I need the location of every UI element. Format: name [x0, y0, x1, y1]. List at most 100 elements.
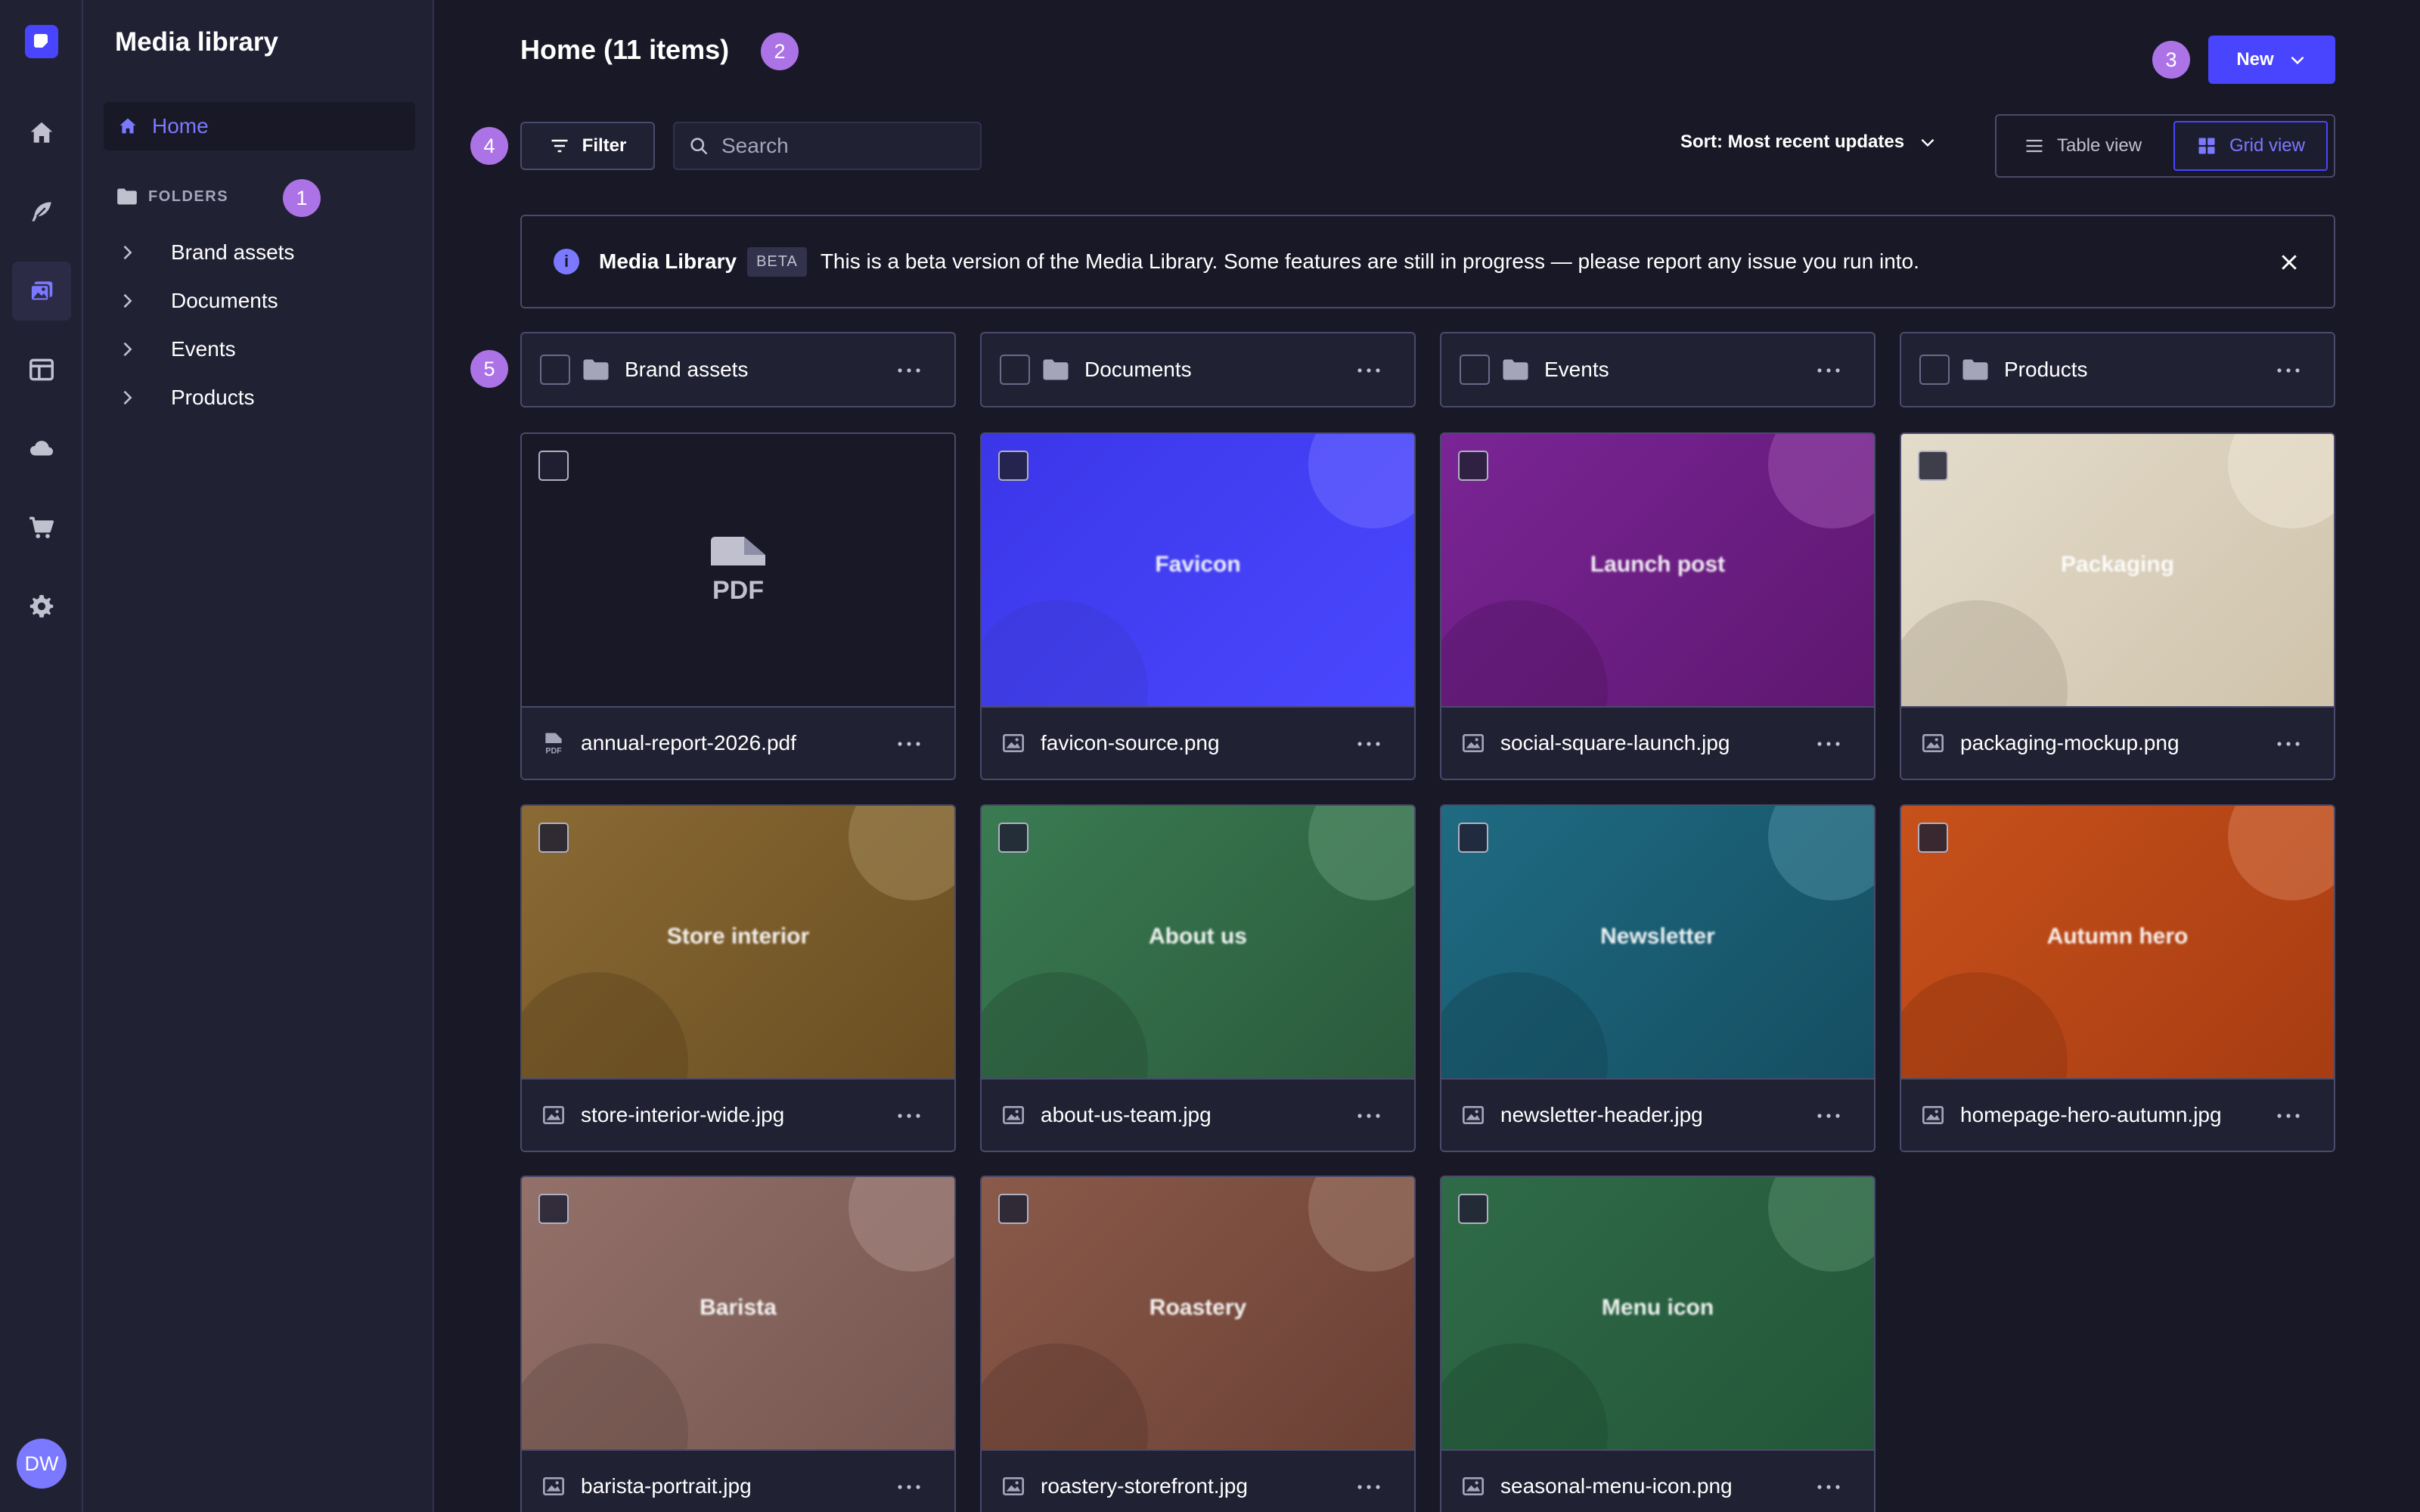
folder-card-brand-assets[interactable]: Brand assets [520, 332, 956, 407]
chevron-right-icon[interactable] [116, 242, 138, 263]
folder-checkbox[interactable] [1000, 355, 1030, 385]
asset-checkbox[interactable] [998, 451, 1028, 481]
grid-view-button[interactable]: Grid view [2173, 121, 2328, 171]
layout-icon[interactable] [12, 340, 71, 399]
cloud-icon[interactable] [12, 419, 71, 478]
close-icon[interactable] [2278, 251, 2301, 274]
more-icon[interactable] [1355, 740, 1382, 748]
home-icon[interactable] [12, 104, 71, 163]
more-icon[interactable] [1815, 740, 1842, 748]
asset-thumbnail[interactable]: Newsletter [1441, 806, 1874, 1078]
more-icon[interactable] [895, 1483, 923, 1491]
annotation-badge-3: 3 [2152, 41, 2190, 79]
asset-checkbox[interactable] [1458, 823, 1488, 853]
sidebar-folder-brand-assets[interactable]: Brand assets [116, 240, 294, 265]
asset-card[interactable]: About us about-us-team.jpg [980, 804, 1416, 1152]
asset-thumbnail[interactable]: Packaging [1901, 434, 2334, 706]
asset-card[interactable]: Favicon favicon-source.png [980, 432, 1416, 780]
asset-card[interactable]: Autumn hero homepage-hero-autumn.jpg [1900, 804, 2335, 1152]
asset-thumbnail[interactable]: Menu icon [1441, 1177, 1874, 1449]
asset-checkbox[interactable] [1458, 451, 1488, 481]
cart-icon[interactable] [12, 498, 71, 557]
chevron-right-icon[interactable] [116, 339, 138, 360]
page-title: Home (11 items) [520, 34, 730, 65]
user-avatar[interactable]: DW [17, 1439, 67, 1489]
asset-checkbox[interactable] [1918, 823, 1948, 853]
folder-icon [1962, 359, 1988, 380]
more-icon[interactable] [895, 740, 923, 748]
search-field[interactable] [673, 122, 982, 170]
more-icon[interactable] [1355, 367, 1382, 374]
asset-checkbox[interactable] [538, 1194, 569, 1224]
asset-checkbox[interactable] [538, 823, 569, 853]
folder-checkbox[interactable] [1460, 355, 1490, 385]
folder-card-events[interactable]: Events [1440, 332, 1876, 407]
asset-thumbnail[interactable]: Roastery [982, 1177, 1414, 1449]
folder-icon [1043, 359, 1069, 380]
folder-checkbox[interactable] [1919, 355, 1950, 385]
more-icon[interactable] [1355, 1483, 1382, 1491]
asset-card[interactable]: Store interior store-interior-wide.jpg [520, 804, 956, 1152]
asset-thumbnail[interactable]: Store interior [522, 806, 954, 1078]
chevron-down-icon [2291, 56, 2304, 65]
asset-card[interactable]: Packaging packaging-mockup.png [1900, 432, 2335, 780]
pdf-icon: PDF [545, 733, 562, 755]
annotation-badge-1: 1 [283, 179, 321, 217]
asset-checkbox[interactable] [1918, 451, 1948, 481]
asset-thumbnail[interactable]: Barista [522, 1177, 954, 1449]
more-icon[interactable] [1815, 1112, 1842, 1120]
asset-card[interactable]: Roastery roastery-storefront.jpg [980, 1176, 1416, 1512]
sidebar-folder-documents[interactable]: Documents [116, 289, 278, 313]
asset-checkbox[interactable] [538, 451, 569, 481]
sidebar-item-home[interactable]: Home [104, 102, 415, 150]
asset-card[interactable]: Barista barista-portrait.jpg [520, 1176, 956, 1512]
asset-checkbox[interactable] [998, 1194, 1028, 1224]
thumbnail-label: Launch post [1590, 552, 1726, 577]
thumbnail-label: About us [1149, 924, 1247, 949]
thumbnail-label: Roastery [1149, 1295, 1247, 1320]
asset-thumbnail[interactable]: About us [982, 806, 1414, 1078]
folder-checkbox[interactable] [540, 355, 570, 385]
asset-card[interactable]: Menu icon seasonal-menu-icon.png [1440, 1176, 1876, 1512]
gear-icon[interactable] [12, 577, 71, 636]
image-icon [543, 1477, 564, 1495]
asset-filename: about-us-team.jpg [1041, 1103, 1212, 1126]
more-icon[interactable] [895, 367, 923, 374]
asset-filename: homepage-hero-autumn.jpg [1960, 1103, 2222, 1126]
sort-dropdown[interactable]: Sort: Most recent updates [1680, 132, 1938, 153]
more-icon[interactable] [1815, 1483, 1842, 1491]
more-icon[interactable] [2275, 740, 2302, 748]
asset-checkbox[interactable] [998, 823, 1028, 853]
folder-card-documents[interactable]: Documents [980, 332, 1416, 407]
folder-card-products[interactable]: Products [1900, 332, 2335, 407]
asset-thumbnail[interactable]: Launch post [1441, 434, 1874, 706]
chevron-right-icon[interactable] [116, 290, 138, 311]
asset-footer: newsletter-header.jpg [1441, 1078, 1874, 1151]
asset-thumbnail[interactable]: PDF [522, 434, 954, 706]
feather-icon[interactable] [12, 182, 71, 241]
sidebar-folder-products[interactable]: Products [116, 386, 255, 410]
table-view-button[interactable]: Table view [2003, 121, 2163, 171]
chevron-right-icon[interactable] [116, 387, 138, 408]
asset-footer: about-us-team.jpg [982, 1078, 1414, 1151]
info-icon: i [554, 249, 579, 274]
asset-thumbnail[interactable]: Favicon [982, 434, 1414, 706]
asset-card[interactable]: Newsletter newsletter-header.jpg [1440, 804, 1876, 1152]
more-icon[interactable] [895, 1112, 923, 1120]
new-button[interactable]: New [2208, 36, 2335, 84]
asset-footer: barista-portrait.jpg [522, 1449, 954, 1512]
more-icon[interactable] [1815, 367, 1842, 374]
app-logo[interactable] [25, 25, 58, 58]
asset-checkbox[interactable] [1458, 1194, 1488, 1224]
asset-card[interactable]: PDF PDF annual-report-2026.pdf [520, 432, 956, 780]
filter-button[interactable]: Filter [520, 122, 655, 170]
sidebar-folder-events[interactable]: Events [116, 337, 236, 361]
more-icon[interactable] [2275, 367, 2302, 374]
more-icon[interactable] [2275, 1112, 2302, 1120]
asset-thumbnail[interactable]: Autumn hero [1901, 806, 2334, 1078]
search-input[interactable] [721, 134, 963, 158]
more-icon[interactable] [1355, 1112, 1382, 1120]
asset-filename: barista-portrait.jpg [581, 1474, 752, 1498]
asset-card[interactable]: Launch post social-square-launch.jpg [1440, 432, 1876, 780]
media-library-icon[interactable] [12, 262, 71, 321]
